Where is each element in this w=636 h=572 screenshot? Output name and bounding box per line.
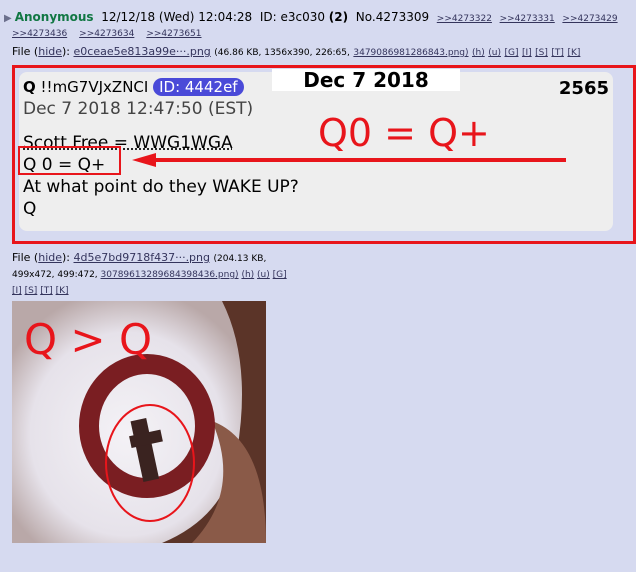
id-badge: ID: 4442ef (153, 78, 244, 96)
q-patch-photo[interactable]: Q > Q (12, 301, 266, 543)
post-datetime: 12/12/18 (Wed) 12:04:28 (101, 10, 253, 24)
original-filename-link[interactable]: 30789613289684398436.png) (101, 270, 239, 280)
date-overlay-label: Dec 7 2018 (272, 69, 460, 91)
backlinks-row: >>4273436 >>4273634 >>4273651 (12, 29, 214, 39)
highlight-box (18, 146, 121, 175)
file-label: File (12, 251, 31, 264)
file-info: File (hide): e0ceae5e813a99e···.png (46.… (12, 45, 581, 58)
id-post-count: (2) (328, 10, 349, 24)
hide-link[interactable]: hide (38, 251, 62, 264)
backlink[interactable]: >>4273429 (562, 14, 617, 24)
file-action-link[interactable]: [G] (273, 270, 287, 280)
file-action-link[interactable]: [T] (40, 286, 53, 296)
screenshot-image-frame[interactable]: Q !!mG7VJxZNCI ID: 4442ef 2565 Dec 7 201… (12, 65, 636, 244)
file-action-link[interactable]: [I] (522, 48, 532, 58)
poster-name: Anonymous (14, 10, 94, 24)
post-number[interactable]: No.4273309 (356, 10, 429, 24)
original-filename-link[interactable]: 3479086981286843.png) (353, 48, 468, 58)
q-post-header: Q !!mG7VJxZNCI ID: 4442ef (23, 78, 244, 96)
file-action-link[interactable]: (h) (472, 48, 485, 58)
backlink[interactable]: >>4273322 (437, 14, 492, 24)
tripcode: !!mG7VJxZNCI (40, 78, 149, 96)
file-meta: 499x472, 499:472, (12, 270, 98, 280)
file-action-link[interactable]: (h) (241, 270, 254, 280)
post-count-number: 2565 (558, 78, 609, 99)
file-action-link[interactable]: [S] (25, 286, 38, 296)
backlink[interactable]: >>4273651 (146, 29, 201, 39)
arrow-icon (132, 153, 566, 167)
file-name-link[interactable]: e0ceae5e813a99e···.png (74, 45, 211, 58)
file-action-link[interactable]: [K] (567, 48, 580, 58)
post-header: ▶ Anonymous 12/12/18 (Wed) 12:04:28 ID: e… (4, 10, 618, 24)
hide-link[interactable]: hide (38, 45, 62, 58)
file-label: File (12, 45, 31, 58)
red-annotation-text: Q > Q (24, 315, 153, 364)
file-name-link[interactable]: 4d5e7bd9718f437···.png (74, 251, 211, 264)
file-action-link[interactable]: [T] (551, 48, 564, 58)
file-action-link[interactable]: [G] (504, 48, 518, 58)
file-action-link[interactable]: (u) (488, 48, 501, 58)
q-name: Q (23, 78, 36, 96)
file-meta: (46.86 KB, 1356x390, 226:65, (214, 48, 350, 58)
backlink[interactable]: >>4273331 (500, 14, 555, 24)
file-meta: (204.13 KB, (213, 254, 267, 264)
file-action-link[interactable]: (u) (257, 270, 270, 280)
body-line: Q (23, 199, 37, 219)
file-action-link[interactable]: [I] (12, 286, 22, 296)
file-action-link[interactable]: [K] (56, 286, 69, 296)
poster-id[interactable]: ID: e3c030 (260, 10, 325, 24)
collapse-triangle-icon[interactable]: ▶ (4, 13, 12, 24)
red-annotation-text: Q0 = Q+ (318, 111, 490, 155)
q-post-timestamp: Dec 7 2018 12:47:50 (EST) (23, 99, 254, 119)
body-line: At what point do they WAKE UP? (23, 177, 299, 197)
file-info: File (hide): 4d5e7bd9718f437···.png (204… (12, 251, 287, 296)
file-action-link[interactable]: [S] (535, 48, 548, 58)
backlink[interactable]: >>4273436 (12, 29, 67, 39)
backlink[interactable]: >>4273634 (79, 29, 134, 39)
